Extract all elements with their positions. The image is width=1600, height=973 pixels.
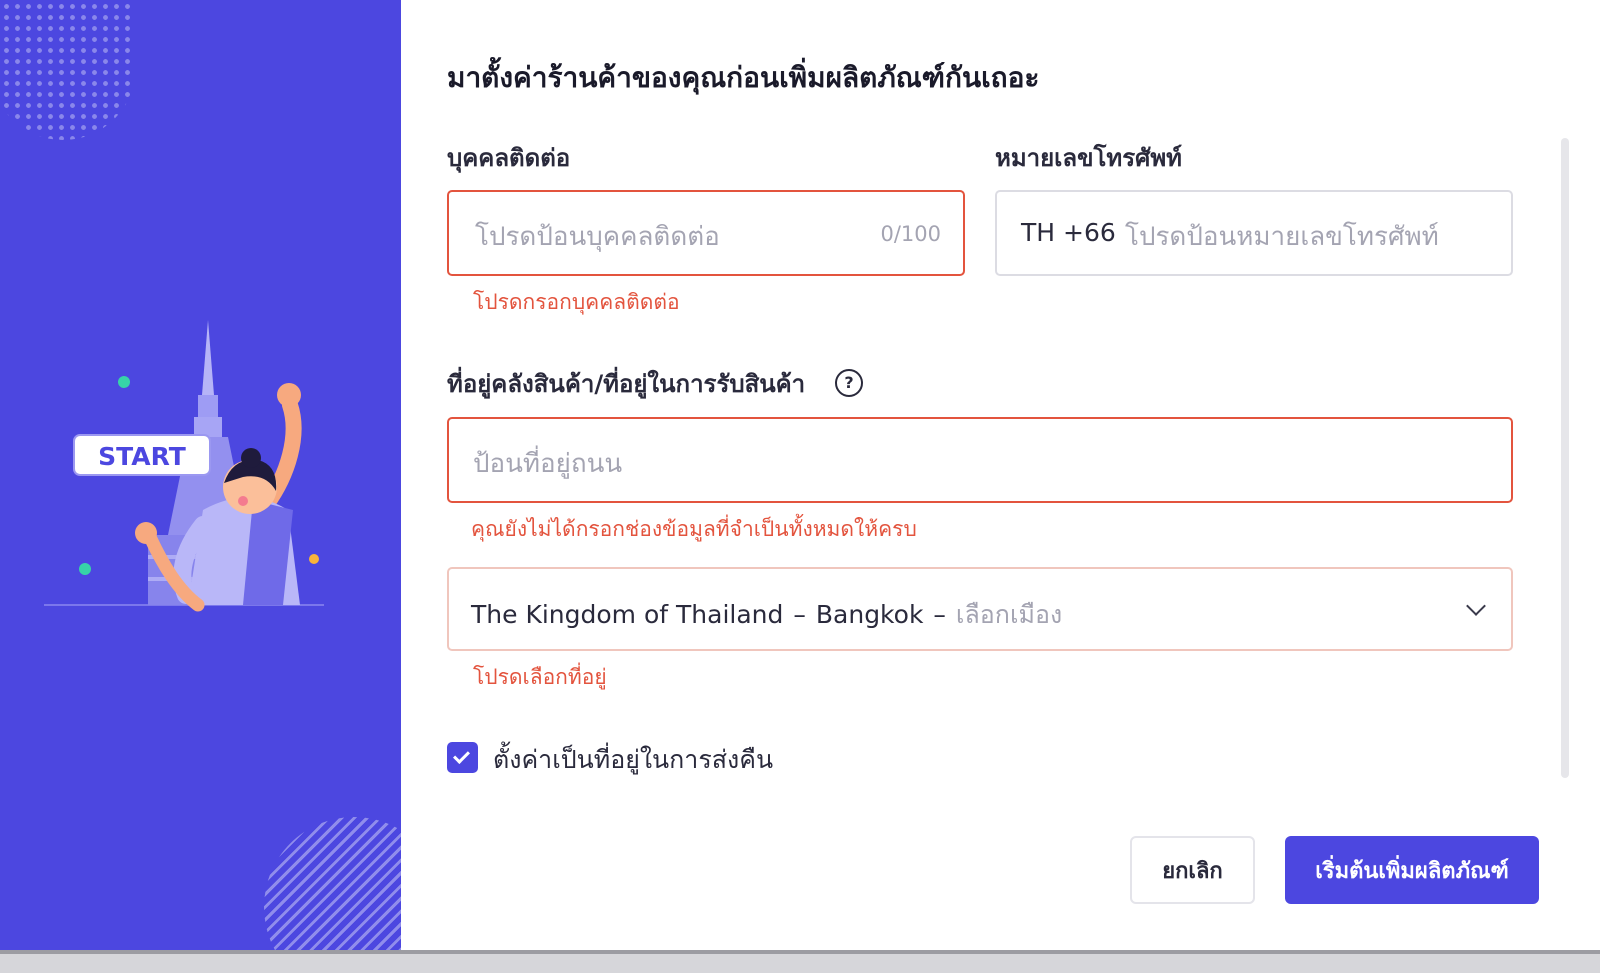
phone-number-label: หมายเลขโทรศัพท์: [995, 144, 1182, 172]
city-placeholder: เลือกเมือง: [955, 600, 1063, 629]
street-address-input[interactable]: ป้อนที่อยู่ถนน: [447, 417, 1513, 503]
window-bottom-edge: [0, 950, 1600, 973]
country-code-prefix: TH +66: [1021, 218, 1116, 247]
form-scrollbar[interactable]: [1561, 138, 1569, 778]
onboarding-illustration-panel: START: [0, 0, 401, 950]
region-city-select[interactable]: The Kingdom of Thailand – Bangkok – เลือกเมื…: [447, 567, 1513, 651]
contact-person-error: โปรดกรอกบุคคลติดต่อ: [473, 290, 680, 314]
contact-person-placeholder: โปรดป้อนบุคคลติดต่อ: [475, 222, 720, 252]
region-separator: –: [933, 600, 946, 629]
region-separator: –: [793, 600, 806, 629]
contact-person-input[interactable]: โปรดป้อนบุคคลติดต่อ 0/100: [447, 190, 965, 276]
province-value: Bangkok: [815, 600, 924, 629]
page-title: มาตั้งค่าร้านค้าของคุณก่อนเพิ่มผลิตภัณฑ์…: [447, 61, 1040, 94]
help-question-icon[interactable]: ?: [835, 369, 863, 397]
contact-person-label: บุคคลติดต่อ: [447, 144, 571, 172]
store-setup-form: มาตั้งค่าร้านค้าของคุณก่อนเพิ่มผลิตภัณฑ์…: [401, 0, 1600, 950]
checkmark-icon: [453, 747, 470, 764]
start-illustration: START: [44, 320, 324, 612]
stripes-decoration: [264, 817, 401, 950]
return-address-label[interactable]: ตั้งค่าเป็นที่อยู่ในการส่งคืน: [493, 740, 773, 780]
start-badge-text: START: [98, 442, 186, 471]
character-counter: 0/100: [880, 222, 941, 246]
warehouse-address-label: ที่อยู่คลังสินค้า/ที่อยู่ในการรับสินค้า: [447, 370, 806, 398]
cancel-button[interactable]: ยกเลิก: [1130, 836, 1255, 904]
street-address-error: คุณยังไม่ได้กรอกช่องข้อมูลที่จำเป็นทั้งห…: [471, 517, 917, 541]
start-adding-products-button[interactable]: เริ่มต้นเพิ่มผลิตภัณฑ์: [1285, 836, 1539, 904]
region-error: โปรดเลือกที่อยู่: [473, 665, 607, 689]
phone-number-placeholder: โปรดป้อนหมายเลขโทรศัพท์: [1125, 222, 1439, 252]
phone-number-input[interactable]: TH +66 โปรดป้อนหมายเลขโทรศัพท์: [995, 190, 1513, 276]
chevron-down-icon[interactable]: [1466, 596, 1486, 616]
return-address-checkbox[interactable]: [447, 742, 478, 773]
country-value: The Kingdom of Thailand: [471, 600, 784, 629]
dots-decoration: [0, 0, 136, 140]
street-address-placeholder: ป้อนที่อยู่ถนน: [473, 449, 623, 479]
region-select-text: The Kingdom of Thailand – Bangkok – เลือกเมื…: [471, 595, 1062, 635]
